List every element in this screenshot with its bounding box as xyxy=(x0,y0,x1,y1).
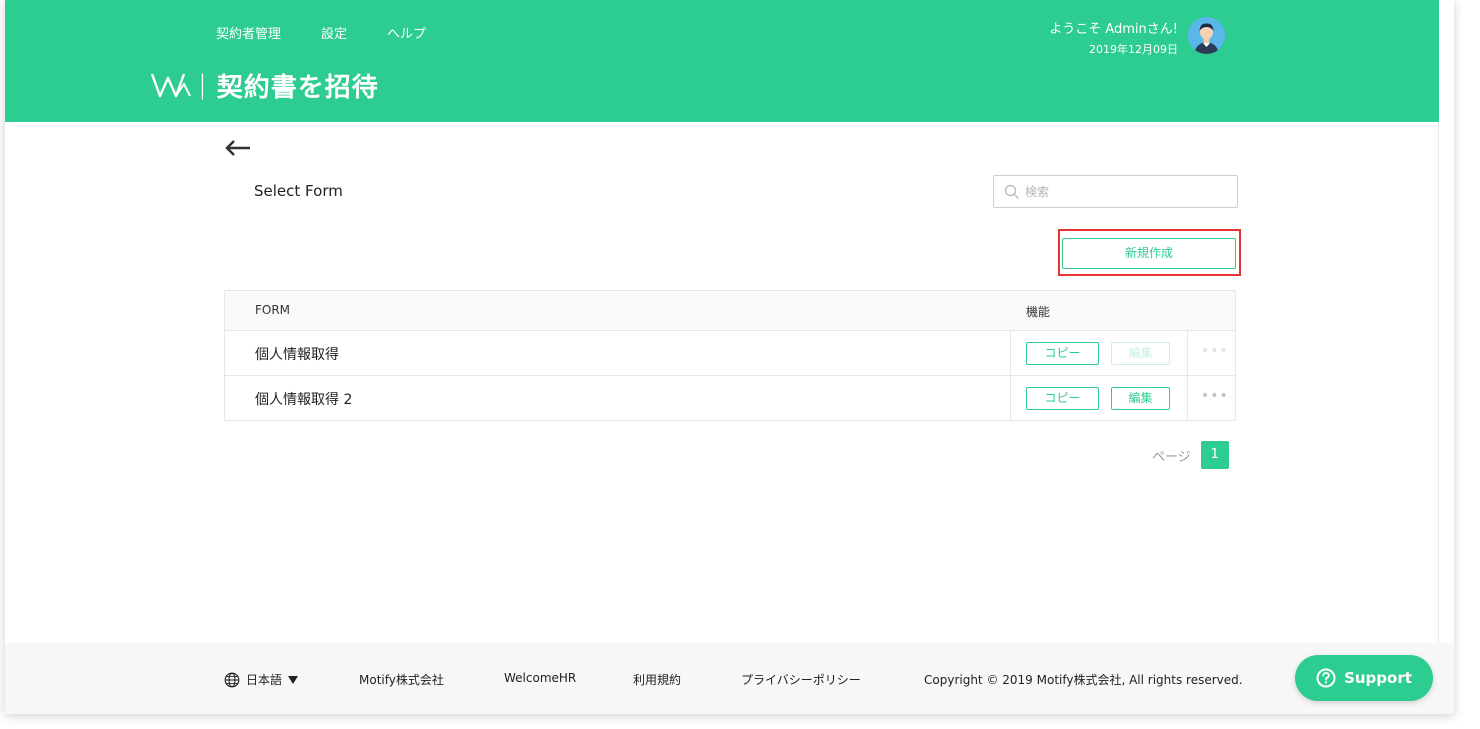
form-name: 個人情報取得 2 xyxy=(255,392,353,408)
support-label: Support xyxy=(1344,669,1412,687)
globe-icon xyxy=(224,672,240,687)
footer-link-privacy[interactable]: プライバシーポリシー xyxy=(741,671,861,688)
nav-settings[interactable]: 設定 xyxy=(321,23,347,42)
cell-divider xyxy=(1187,376,1188,421)
search-icon xyxy=(1004,184,1019,199)
user-avatar-icon xyxy=(1188,17,1225,54)
back-arrow-icon[interactable] xyxy=(224,138,252,158)
title-separator: | xyxy=(198,70,207,100)
support-button[interactable]: Support xyxy=(1295,655,1433,701)
header: 契約者管理 設定 ヘルプ | 契約書を招待 ようこそ Adminさん! 2019… xyxy=(5,0,1439,122)
create-new-button[interactable]: 新規作成 xyxy=(1062,238,1236,269)
title-row: | 契約書を招待 xyxy=(150,66,379,104)
page-title: 契約書を招待 xyxy=(216,72,379,103)
more-options-icon[interactable]: ••• xyxy=(1201,388,1229,404)
scrollbar[interactable] xyxy=(1438,0,1454,643)
avatar[interactable] xyxy=(1188,17,1225,54)
caret-down-icon xyxy=(288,675,299,684)
form-name: 個人情報取得 xyxy=(255,347,339,363)
footer-link-welcomehr[interactable]: WelcomeHR xyxy=(504,671,576,685)
table-row[interactable]: 個人情報取得 コピー 編集 ••• xyxy=(225,331,1235,376)
pagination: ページ 1 xyxy=(1152,441,1229,469)
cell-divider xyxy=(1187,331,1188,375)
table-row[interactable]: 個人情報取得 2 コピー 編集 ••• xyxy=(225,376,1235,421)
nav-help[interactable]: ヘルプ xyxy=(387,23,426,42)
search-input[interactable] xyxy=(1025,184,1225,199)
page-number-button[interactable]: 1 xyxy=(1200,441,1229,469)
footer-link-terms[interactable]: 利用規約 xyxy=(633,671,681,688)
help-circle-icon xyxy=(1316,668,1336,688)
pagination-label: ページ xyxy=(1152,449,1191,465)
column-header-functions: 機能 xyxy=(1026,305,1051,319)
copy-button[interactable]: コピー xyxy=(1026,387,1099,410)
logo-icon xyxy=(150,73,191,98)
nav-contractor-management[interactable]: 契約者管理 xyxy=(216,23,281,42)
edit-button: 編集 xyxy=(1111,342,1170,365)
table-header: FORM 機能 xyxy=(225,291,1235,331)
forms-table: FORM 機能 個人情報取得 コピー 編集 ••• 個人情報取得 2 コピー 編… xyxy=(224,290,1236,421)
footer: 日本語 Motify株式会社 WelcomeHR 利用規約 プライバシーポリシー… xyxy=(5,643,1454,714)
language-label: 日本語 xyxy=(246,673,283,687)
top-nav: 契約者管理 設定 ヘルプ xyxy=(216,23,466,42)
copyright-text: Copyright © 2019 Motify株式会社, All rights … xyxy=(924,673,1243,687)
app-window: 契約者管理 設定 ヘルプ | 契約書を招待 ようこそ Adminさん! 2019… xyxy=(5,0,1454,714)
search-box[interactable] xyxy=(993,175,1238,208)
current-date: 2019年12月09日 xyxy=(1089,43,1178,56)
section-title: Select Form xyxy=(254,182,343,200)
welcome-text: ようこそ Adminさん! xyxy=(1049,22,1178,37)
footer-link-company[interactable]: Motify株式会社 xyxy=(359,671,444,688)
user-info: ようこそ Adminさん! 2019年12月09日 xyxy=(1049,18,1178,57)
column-header-form: FORM xyxy=(255,303,291,317)
more-options-icon: ••• xyxy=(1201,343,1229,359)
copy-button[interactable]: コピー xyxy=(1026,342,1099,365)
language-selector[interactable]: 日本語 xyxy=(224,671,299,688)
edit-button[interactable]: 編集 xyxy=(1111,387,1170,410)
